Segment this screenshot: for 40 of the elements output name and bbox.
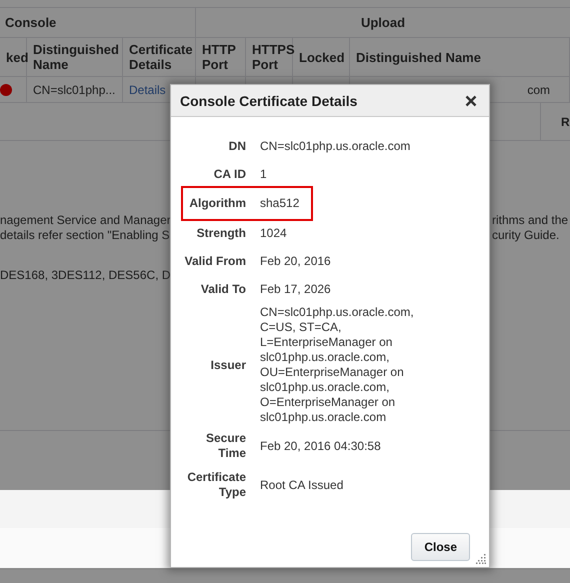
- column-header: HTTPS Port: [246, 38, 293, 77]
- field-value: CN=slc01php.us.oracle.com: [260, 138, 410, 154]
- description-text: curity Guide.: [492, 228, 560, 243]
- column-group-header: Upload: [196, 8, 570, 38]
- field-label: Algorithm: [188, 196, 246, 211]
- field-label: Valid To: [200, 282, 246, 296]
- resize-grip-icon[interactable]: [476, 554, 486, 564]
- field-value: Root CA Issued: [260, 478, 344, 492]
- description-text: rithms and the: [492, 213, 568, 228]
- field-value: sha512: [260, 196, 300, 211]
- column-header: Certificate Details: [123, 38, 196, 77]
- table-cell: R: [540, 103, 570, 140]
- status-icon: [0, 84, 12, 96]
- field-label: Valid From: [184, 254, 246, 268]
- field-label: Issuer: [210, 358, 246, 372]
- field-value: Feb 17, 2026: [260, 282, 331, 296]
- field-value: 1: [260, 166, 267, 182]
- field-label: Strength: [196, 226, 246, 240]
- field-label: CA ID: [212, 166, 246, 182]
- cipher-list: DES168, 3DES112, DES56C, D: [0, 268, 171, 282]
- column-header: ked: [0, 38, 27, 77]
- column-header: Locked: [293, 38, 350, 77]
- field-label: DN: [228, 138, 246, 154]
- close-button[interactable]: Close: [411, 533, 470, 561]
- field-value: Feb 20, 2016 04:30:58: [260, 438, 381, 454]
- description-text: details refer section "Enabling S: [0, 228, 170, 243]
- close-button[interactable]: [465, 94, 477, 106]
- column-header: Distinguished Name: [27, 38, 123, 77]
- table-cell: com: [527, 82, 550, 96]
- column-header: Distinguished Name: [350, 38, 570, 77]
- field-value: CN=slc01php.us.oracle.com, C=US, ST=CA, L=EnterpriseManager on slc01php.us.oracle.com, OU=EnterpriseManager on slc01php.us.oracle.com, O=EnterpriseManager on slc01php.us.oracle.com: [260, 305, 414, 425]
- column-header: HTTP Port: [196, 38, 246, 77]
- field-value: 1024: [260, 226, 287, 240]
- table-cell: CN=slc01php...: [27, 77, 123, 103]
- dialog-title: Console Certificate Details: [180, 92, 358, 108]
- field-label: Certificate Type: [186, 470, 246, 500]
- field-label: Secure Time: [204, 431, 246, 461]
- field-value: Feb 20, 2016: [260, 254, 331, 268]
- details-link[interactable]: Details: [129, 82, 166, 96]
- column-group-header: Console: [0, 8, 196, 38]
